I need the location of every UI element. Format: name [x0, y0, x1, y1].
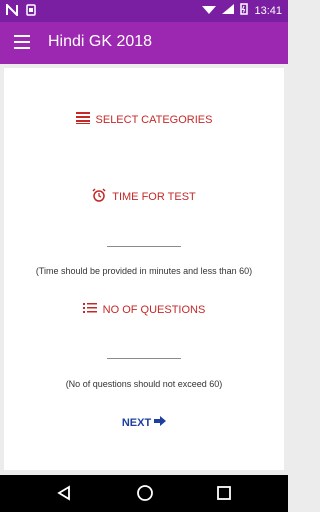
list-icon [75, 112, 90, 127]
select-categories-label: SELECT CATEGORIES [95, 113, 213, 126]
app-title: Hindi GK 2018 [48, 33, 153, 50]
questions-hint: (No of questions should not exceed 60) [65, 379, 223, 389]
wifi-icon [202, 3, 217, 18]
navigation-bar [0, 475, 288, 512]
recents-square-icon[interactable] [216, 485, 232, 506]
home-circle-icon[interactable] [136, 484, 154, 507]
hamburger-icon[interactable] [14, 35, 30, 49]
no-of-questions-button[interactable]: NO OF QUESTIONS [4, 302, 284, 317]
time-hint: (Time should be provided in minutes and … [35, 266, 253, 276]
n-icon [6, 2, 18, 21]
test-setup-card: SELECT CATEGORIES TIME FOR TEST (Time sh… [4, 68, 284, 470]
list-numbered-icon [82, 302, 97, 317]
sim-icon [26, 3, 36, 21]
time-for-test-label: TIME FOR TEST [112, 190, 196, 203]
status-bar: 13:41 [0, 0, 288, 22]
alarm-icon [92, 188, 106, 205]
status-time: 13:41 [254, 4, 282, 17]
back-triangle-icon[interactable] [56, 485, 72, 506]
signal-icon [222, 3, 235, 18]
time-for-test-button[interactable]: TIME FOR TEST [4, 188, 284, 205]
battery-icon [240, 3, 249, 18]
select-categories-button[interactable]: SELECT CATEGORIES [4, 112, 284, 127]
questions-input[interactable] [107, 358, 181, 359]
next-label: NEXT [121, 416, 152, 429]
next-button[interactable]: NEXT [4, 416, 284, 429]
time-input[interactable] [107, 246, 181, 247]
no-of-questions-label: NO OF QUESTIONS [102, 303, 206, 316]
arrow-right-icon [154, 416, 167, 429]
app-bar: Hindi GK 2018 [0, 22, 288, 64]
